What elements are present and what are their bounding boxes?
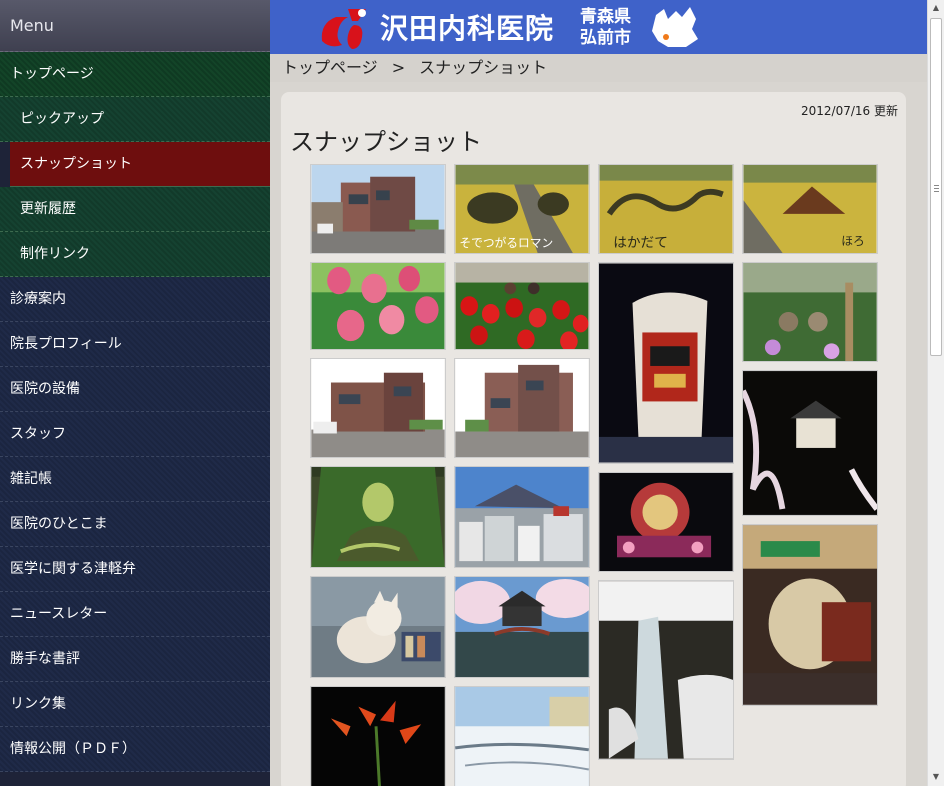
photo-tulips-red[interactable] bbox=[454, 262, 590, 350]
photo-rice-art-romance-text: そでつがるロマン bbox=[459, 236, 553, 250]
nav-item-update-history[interactable]: 更新履歴 bbox=[0, 187, 270, 232]
photo-festival-drum[interactable] bbox=[742, 524, 878, 706]
clinic-location: 青森県 弘前市 bbox=[580, 7, 631, 49]
site-header: 沢田内科医院 青森県 弘前市 bbox=[270, 0, 927, 54]
photo-pig-figurine[interactable] bbox=[310, 576, 446, 678]
nav-item-links[interactable]: リンク集 bbox=[0, 682, 270, 727]
photo-mt-iwaki-city[interactable] bbox=[454, 466, 590, 568]
nav-item-newsletter[interactable]: ニュースレター bbox=[0, 592, 270, 637]
breadcrumb-home-link[interactable]: トップページ bbox=[282, 58, 378, 77]
photo-rice-art-wave[interactable]: はかだて bbox=[598, 164, 734, 254]
photo-rice-art-fuji-text: ほろ bbox=[841, 234, 864, 248]
nav-item-facilities[interactable]: 医院の設備 bbox=[0, 367, 270, 412]
photo-rice-art-fuji[interactable]: ほろ bbox=[742, 164, 878, 254]
clinic-name: 沢田内科医院 bbox=[380, 12, 555, 45]
photo-rice-art-romance[interactable]: そでつがるロマン bbox=[454, 164, 590, 254]
nav-item-tsugaru-dialect[interactable]: 医学に関する津軽弁 bbox=[0, 547, 270, 592]
photo-neputa-float-night[interactable] bbox=[598, 472, 734, 572]
page-title: スナップショット bbox=[290, 128, 482, 156]
scroll-down-arrow-icon[interactable]: ▼ bbox=[928, 769, 944, 785]
photo-clinic-building-3[interactable] bbox=[454, 358, 590, 458]
photo-rice-art-mona-lisa[interactable] bbox=[310, 466, 446, 568]
nav-item-home[interactable]: トップページ bbox=[0, 52, 270, 97]
breadcrumb: トップページ > スナップショット bbox=[270, 54, 927, 82]
nav-item-clinic-info[interactable]: 診療案内 bbox=[0, 277, 270, 322]
scroll-up-arrow-icon[interactable]: ▲ bbox=[928, 0, 944, 16]
photo-clinic-building-1[interactable] bbox=[310, 164, 446, 254]
photo-frozen-waterfall[interactable] bbox=[598, 580, 734, 760]
photo-hirosaki-castle-sakura[interactable] bbox=[454, 576, 590, 678]
menu-title: Menu bbox=[0, 0, 270, 52]
nav-item-snapshot[interactable]: スナップショット bbox=[10, 142, 270, 187]
photo-snow-scene[interactable] bbox=[454, 686, 590, 786]
nav-item-notebook[interactable]: 雑記帳 bbox=[0, 457, 270, 502]
nav-item-pickup[interactable]: ピックアップ bbox=[0, 97, 270, 142]
photo-hirosaki-castle-night[interactable] bbox=[742, 370, 878, 516]
photo-owl-garden[interactable] bbox=[742, 262, 878, 362]
updated-date: 2012/07/16 更新 bbox=[801, 104, 898, 118]
aomori-map-icon bbox=[652, 7, 698, 47]
nav-item-staff[interactable]: スタッフ bbox=[0, 412, 270, 457]
clinic-logo-mark-icon bbox=[321, 9, 366, 49]
nav-item-production-links[interactable]: 制作リンク bbox=[0, 232, 270, 277]
city-label: 弘前市 bbox=[580, 28, 631, 48]
breadcrumb-separator: > bbox=[391, 58, 406, 77]
vertical-scrollbar[interactable]: ▲ ▼ bbox=[927, 0, 944, 786]
breadcrumb-current: スナップショット bbox=[419, 58, 548, 77]
scrollbar-thumb[interactable] bbox=[930, 18, 942, 356]
content-panel: 2012/07/16 更新 スナップショット そでつがるロマン はかだて ほろ bbox=[281, 92, 906, 786]
photo-rice-art-wave-text: はかだて bbox=[613, 235, 668, 251]
photo-neputa-lantern[interactable] bbox=[598, 262, 734, 464]
nav-item-book-reviews[interactable]: 勝手な書評 bbox=[0, 637, 270, 682]
nav-item-clinic-scenes[interactable]: 医院のひとこま bbox=[0, 502, 270, 547]
prefecture-label: 青森県 bbox=[580, 7, 631, 27]
nav-item-disclosure-pdf[interactable]: 情報公開（ＰＤＦ） bbox=[0, 727, 270, 772]
photo-tulips-pink[interactable] bbox=[310, 262, 446, 350]
photo-amaryllis[interactable] bbox=[310, 686, 446, 786]
photo-clinic-building-2[interactable] bbox=[310, 358, 446, 458]
site-logo[interactable]: 沢田内科医院 青森県 弘前市 bbox=[318, 3, 702, 51]
sidebar-menu: Menu トップページ ピックアップ スナップショット 更新履歴 制作リンク 診… bbox=[0, 0, 270, 786]
nav-item-director-profile[interactable]: 院長プロフィール bbox=[0, 322, 270, 367]
